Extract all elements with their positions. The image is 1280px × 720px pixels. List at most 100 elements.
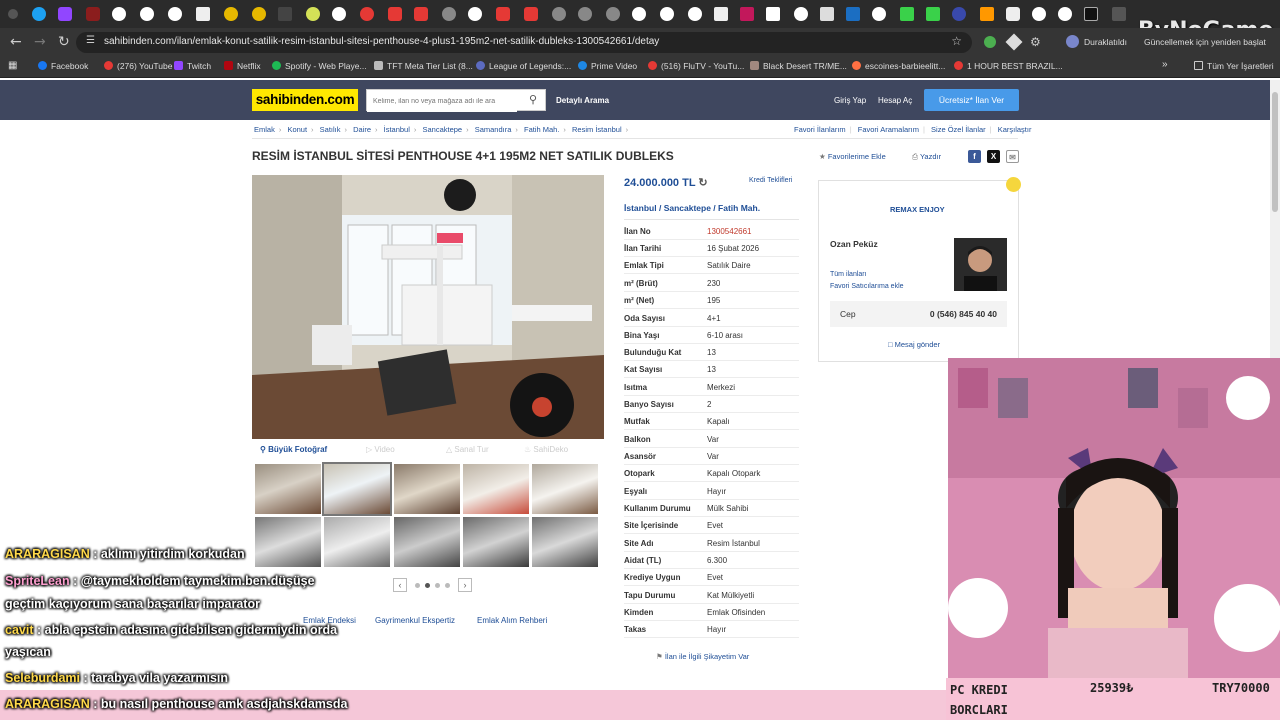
tab-favicon[interactable] (606, 7, 620, 21)
thumbnails-prev-button[interactable]: ‹ (393, 578, 407, 592)
email-share-icon[interactable]: ✉ (1006, 150, 1019, 163)
send-message-link[interactable]: □ Mesaj gönder (888, 340, 940, 349)
pager-dot-active[interactable] (425, 583, 430, 588)
report-listing-link[interactable]: ⚑ İlan ile İlgili Şikayetim Var (656, 652, 749, 661)
virtual-tour-button[interactable]: △ Sanal Tur (446, 445, 489, 454)
search-icon[interactable]: ⚲ (529, 93, 537, 106)
tab-favicon[interactable] (414, 7, 428, 21)
search-input[interactable] (367, 91, 517, 112)
tab-favicon[interactable] (578, 7, 592, 21)
photo-thumbnail[interactable] (463, 464, 529, 514)
tab-favicon[interactable] (496, 7, 510, 21)
tab-favicon[interactable] (8, 9, 18, 19)
url-text[interactable]: sahibinden.com/ilan/emlak-konut-satilik-… (104, 36, 659, 47)
extensions-puzzle-icon[interactable]: ⚙ (1030, 35, 1041, 49)
bookmark-netflix[interactable]: Netflix (224, 61, 261, 71)
add-favorite-link[interactable]: ★ Favorilerime Ekle (819, 152, 886, 161)
big-photo-button[interactable]: ⚲ Büyük Fotoğraf (260, 445, 327, 454)
forward-icon[interactable]: → (34, 34, 46, 50)
all-listings-link[interactable]: Tüm ilanları (830, 271, 867, 278)
tab-favicon[interactable] (872, 7, 886, 21)
extension-icon[interactable] (984, 36, 996, 48)
post-ad-button[interactable]: Ücretsiz* İlan Ver (924, 89, 1019, 111)
location-neighborhood[interactable]: Fatih Mah. (718, 203, 760, 213)
price-history-icon[interactable]: ↻ (698, 177, 707, 189)
credit-offers-link[interactable]: Kredi Teklifleri (749, 177, 792, 184)
tab-favicon[interactable] (1032, 7, 1046, 21)
register-link[interactable]: Hesap Aç (878, 96, 912, 105)
breadcrumb-item[interactable]: Satılık (320, 125, 341, 134)
tab-favicon[interactable] (86, 7, 100, 21)
photo-thumbnail[interactable] (255, 517, 321, 567)
tab-favicon[interactable] (524, 7, 538, 21)
phone-number[interactable]: 0 (546) 845 40 40 (930, 309, 997, 319)
tab-favicon[interactable] (766, 7, 780, 21)
photo-thumbnail[interactable] (532, 517, 598, 567)
compare-link[interactable]: Karşılaştır (998, 125, 1032, 134)
facebook-share-icon[interactable]: f (968, 150, 981, 163)
tab-favicon[interactable] (846, 7, 860, 21)
x-share-icon[interactable]: X (987, 150, 1000, 163)
tab-favicon[interactable] (360, 7, 374, 21)
photo-thumbnail-selected[interactable] (322, 462, 392, 516)
apps-grid-icon[interactable]: ▦ (8, 60, 17, 71)
pager-dot[interactable] (435, 583, 440, 588)
site-info-icon[interactable]: ☰ (86, 35, 95, 46)
bookmark-youtube[interactable]: (276) YouTube (104, 61, 172, 71)
special-listings-link[interactable]: Size Özel İlanlar (931, 125, 986, 134)
pager-dot[interactable] (415, 583, 420, 588)
tab-favicon[interactable] (1084, 7, 1098, 21)
tab-favicon[interactable] (1112, 7, 1126, 21)
photo-thumbnail[interactable] (255, 464, 321, 514)
tab-favicon[interactable] (1006, 7, 1020, 21)
photo-thumbnail[interactable] (532, 464, 598, 514)
bookmark-facebook[interactable]: Facebook (38, 61, 88, 71)
back-icon[interactable]: ← (10, 34, 22, 50)
site-logo[interactable]: sahibinden.com (252, 89, 358, 111)
tab-favicon[interactable] (168, 7, 182, 21)
profile-paused-label[interactable]: Duraklatıldı (1084, 37, 1127, 47)
bookmark-twitch[interactable]: Twitch (174, 61, 211, 71)
photo-thumbnail[interactable] (463, 517, 529, 567)
tab-favicon[interactable] (442, 7, 456, 21)
breadcrumb-item[interactable]: İstanbul (384, 125, 410, 134)
tab-favicon[interactable] (980, 7, 994, 21)
breadcrumb-item[interactable]: Resim İstanbul (572, 125, 622, 134)
photo-thumbnail[interactable] (324, 517, 390, 567)
bookmark-brazil[interactable]: 1 HOUR BEST BRAZIL... (954, 61, 1063, 71)
all-bookmarks-folder[interactable]: Tüm Yer İşaretleri (1194, 61, 1274, 71)
photo-thumbnail[interactable] (394, 517, 460, 567)
tab-favicon[interactable] (332, 7, 346, 21)
breadcrumb-item[interactable]: Konut (287, 125, 307, 134)
tab-favicon[interactable] (688, 7, 702, 21)
advanced-search-link[interactable]: Detaylı Arama (556, 96, 609, 105)
tab-favicon[interactable] (32, 7, 46, 21)
breadcrumb-item[interactable]: Sancaktepe (422, 125, 462, 134)
bookmark-star-icon[interactable]: ☆ (951, 34, 962, 48)
tab-favicon[interactable] (714, 7, 728, 21)
update-button[interactable]: Güncellemek için yeniden başlat (1144, 37, 1266, 47)
address-bar[interactable]: ☰ sahibinden.com/ilan/emlak-konut-satili… (76, 32, 972, 53)
tab-favicon[interactable] (252, 7, 266, 21)
login-link[interactable]: Giriş Yap (834, 96, 866, 105)
tab-favicon[interactable] (952, 7, 966, 21)
tab-favicon[interactable] (660, 7, 674, 21)
location-city[interactable]: İstanbul (624, 203, 657, 213)
tab-favicon[interactable] (196, 7, 210, 21)
breadcrumb-item[interactable]: Fatih Mah. (524, 125, 559, 134)
bookmark-escoines[interactable]: escoines-barbieelitt... (852, 61, 945, 71)
breadcrumb-item[interactable]: Daire (353, 125, 371, 134)
sahideko-button[interactable]: ♨ SahiDeko (524, 445, 568, 454)
tab-favicon[interactable] (632, 7, 646, 21)
appraisal-link[interactable]: Gayrimenkul Ekspertiz (375, 616, 455, 625)
bookmark-flutv[interactable]: (516) FluTV - YouTu... (648, 61, 744, 71)
reload-icon[interactable]: ↻ (58, 34, 70, 50)
breadcrumb-item[interactable]: Samandıra (475, 125, 512, 134)
add-favorite-seller-link[interactable]: Favori Satıcılarıma ekle (830, 283, 904, 290)
print-link[interactable]: ⎙ Yazdır (912, 152, 941, 162)
favorite-listings-link[interactable]: Favori İlanlarım (794, 125, 846, 134)
tab-favicon[interactable] (468, 7, 482, 21)
tab-favicon[interactable] (794, 7, 808, 21)
tab-favicon[interactable] (306, 7, 320, 21)
tab-favicon[interactable] (224, 7, 238, 21)
